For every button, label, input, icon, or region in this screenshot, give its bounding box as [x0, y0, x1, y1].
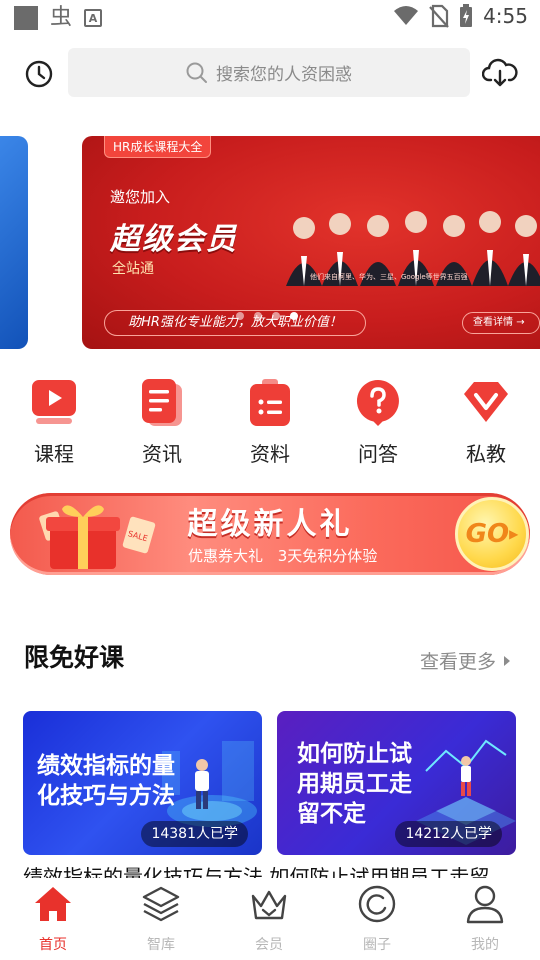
search-header: 搜索您的人资困惑	[0, 48, 540, 98]
nav-label: 圈子	[363, 937, 391, 953]
section-title: 限免好课	[24, 643, 125, 672]
category-label: 资料	[250, 442, 290, 466]
carousel-dot[interactable]	[236, 312, 244, 320]
category-private-tutor[interactable]: 私教	[441, 378, 531, 467]
banner-invite: 邀您加入	[110, 188, 171, 206]
carousel-dot[interactable]	[272, 312, 280, 320]
carousel-indicator	[236, 312, 298, 320]
banner-previous-slide[interactable]	[0, 136, 28, 349]
layers-icon	[142, 886, 180, 922]
banner-title: 超级会员	[110, 222, 238, 257]
profile-icon	[466, 885, 504, 924]
banner-super-member[interactable]: HR成长课程大全 邀您加入 超级会员 全站通 他们来自阿里、华为、三星、Goog…	[82, 136, 540, 349]
banner-credits: 他们来自阿里、华为、三星、Google等世界五百强	[310, 273, 468, 281]
clipboard-list-icon	[250, 379, 290, 426]
notification-square-icon	[14, 6, 38, 30]
carousel-dot[interactable]	[254, 312, 262, 320]
question-bubble-icon	[356, 380, 399, 426]
banner-detail-button[interactable]: 查看详情 →	[462, 312, 540, 334]
keyboard-a-icon: A	[84, 9, 103, 27]
nav-label: 首页	[39, 937, 67, 953]
new-user-gift-banner[interactable]: SALE 超级新人礼 优惠券大礼 3天免积分体验 GO ▶	[10, 493, 530, 575]
search-placeholder: 搜索您的人资困惑	[216, 65, 352, 85]
clock-time: 4:55	[483, 4, 528, 28]
bottom-navigation: 首页 智库 会员 圈子 我的	[0, 878, 540, 960]
course-card[interactable]: 绩效指标的量化技巧与方法 14381人已学	[23, 711, 262, 855]
play-video-icon	[32, 380, 76, 424]
nav-label: 我的	[471, 937, 499, 953]
category-label: 私教	[466, 442, 506, 466]
search-icon	[186, 62, 207, 83]
category-qa[interactable]: 问答	[333, 378, 423, 467]
course-title: 绩效指标的量化技巧与方法	[37, 753, 175, 809]
promo-go-label: GO	[465, 519, 510, 549]
wifi-icon	[394, 6, 419, 25]
nav-library[interactable]: 智库	[116, 884, 206, 954]
home-icon	[35, 887, 71, 921]
banner-detail-label: 查看详情	[473, 317, 513, 328]
see-more-link[interactable]: 查看更多	[420, 647, 511, 674]
nav-home[interactable]: 首页	[8, 884, 98, 954]
news-document-icon	[142, 379, 182, 426]
nav-label: 会员	[255, 937, 283, 953]
nav-mine[interactable]: 我的	[440, 884, 530, 954]
see-more-label: 查看更多	[420, 651, 497, 673]
banner-all-site: 全站通	[112, 261, 154, 277]
crown-icon	[251, 890, 287, 920]
nav-circle[interactable]: 圈子	[332, 884, 422, 954]
category-label: 问答	[358, 442, 398, 466]
course-title: 如何防止试用期员工走留不定	[297, 741, 412, 827]
category-label: 资讯	[142, 442, 182, 466]
status-bar: 虫 A 4:55	[0, 0, 540, 36]
category-row: 课程 资讯 资料 问答 私教	[0, 378, 540, 468]
carousel-dot-active[interactable]	[290, 312, 298, 320]
history-clock-icon[interactable]	[24, 59, 54, 89]
category-label: 课程	[34, 442, 74, 466]
promo-title: 超级新人礼	[187, 507, 353, 542]
nav-label: 智库	[147, 937, 175, 953]
promo-subtitle: 优惠券大礼 3天免积分体验	[188, 547, 378, 565]
category-materials[interactable]: 资料	[225, 378, 315, 467]
learner-count-badge: 14212人已学	[395, 821, 502, 847]
chevron-right-icon	[504, 655, 511, 666]
learner-count-badge: 14381人已学	[141, 821, 248, 847]
circle-icon	[358, 885, 396, 923]
course-card[interactable]: 如何防止试用期员工走留不定 14212人已学	[277, 711, 516, 855]
category-course[interactable]: 课程	[9, 378, 99, 467]
no-sim-icon	[429, 4, 449, 28]
search-input[interactable]: 搜索您的人资困惑	[68, 48, 470, 97]
cloud-download-icon[interactable]	[482, 58, 518, 88]
category-news[interactable]: 资讯	[117, 378, 207, 467]
play-arrow-icon: ▶	[509, 527, 519, 541]
promo-go-button[interactable]: GO ▶	[455, 497, 529, 571]
private-tutor-icon	[464, 382, 508, 422]
banner-tag: HR成长课程大全	[104, 136, 212, 158]
battery-charging-icon	[460, 4, 473, 27]
banner-slogan: 助HR强化专业能力，放大职业价值！	[104, 310, 366, 336]
nav-member[interactable]: 会员	[224, 884, 314, 954]
arrow-right-icon: →	[516, 317, 525, 328]
app-notification-icon: 虫	[50, 5, 73, 30]
